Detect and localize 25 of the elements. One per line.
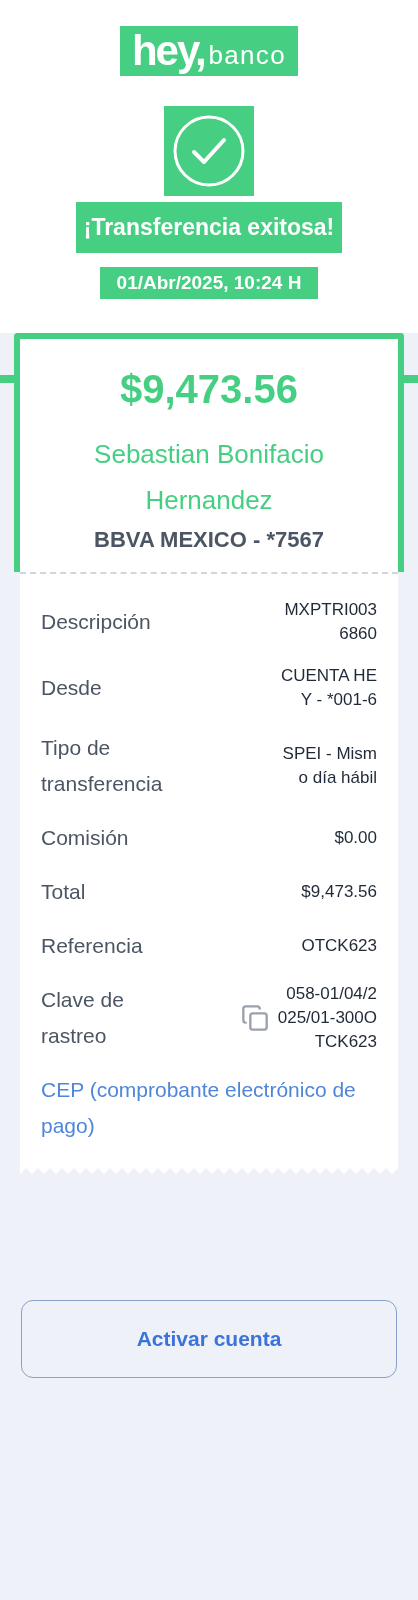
detail-label: Descripción (41, 608, 152, 635)
detail-label: Referencia (41, 932, 144, 959)
logo-subtitle: banco (208, 42, 286, 72)
detail-value: SPEI - Mismo día hábil (281, 742, 377, 789)
cep-link[interactable]: CEP (comprobante electrónico de pago) (41, 1071, 377, 1144)
recipient-bank: BBVA MEXICO - *7567 (94, 525, 324, 554)
detail-label: Tipo de transferencia (41, 734, 164, 797)
detail-label: Desde (41, 674, 103, 701)
detail-value: OTCK623 (300, 934, 377, 957)
copy-icon[interactable] (241, 1003, 269, 1032)
detail-value: $0.00 (333, 826, 377, 849)
detail-label: Clave de rastreo (41, 986, 125, 1049)
logo-wordmark: hey, (132, 30, 205, 72)
detail-value: MXPTRI0036860 (283, 598, 377, 645)
detail-value: 058-01/04/2025/01-300OTCK623 (277, 982, 377, 1053)
detail-value: CUENTA HEY - *001-6 (279, 664, 377, 711)
transfer-amount: $9,473.56 (120, 365, 298, 413)
transfer-datetime: 01/Abr/2025, 10:24 H (100, 266, 318, 299)
activate-account-button[interactable]: Activar cuenta (21, 1299, 397, 1378)
success-title: ¡Transferencia exitosa! (75, 202, 343, 253)
detail-value: $9,473.56 (300, 880, 377, 903)
recipient-name: Sebastian Bonifacio Hernandez (93, 437, 325, 517)
detail-label: Total (41, 878, 87, 905)
success-check-icon (172, 114, 246, 188)
detail-label: Comisión (41, 824, 130, 851)
